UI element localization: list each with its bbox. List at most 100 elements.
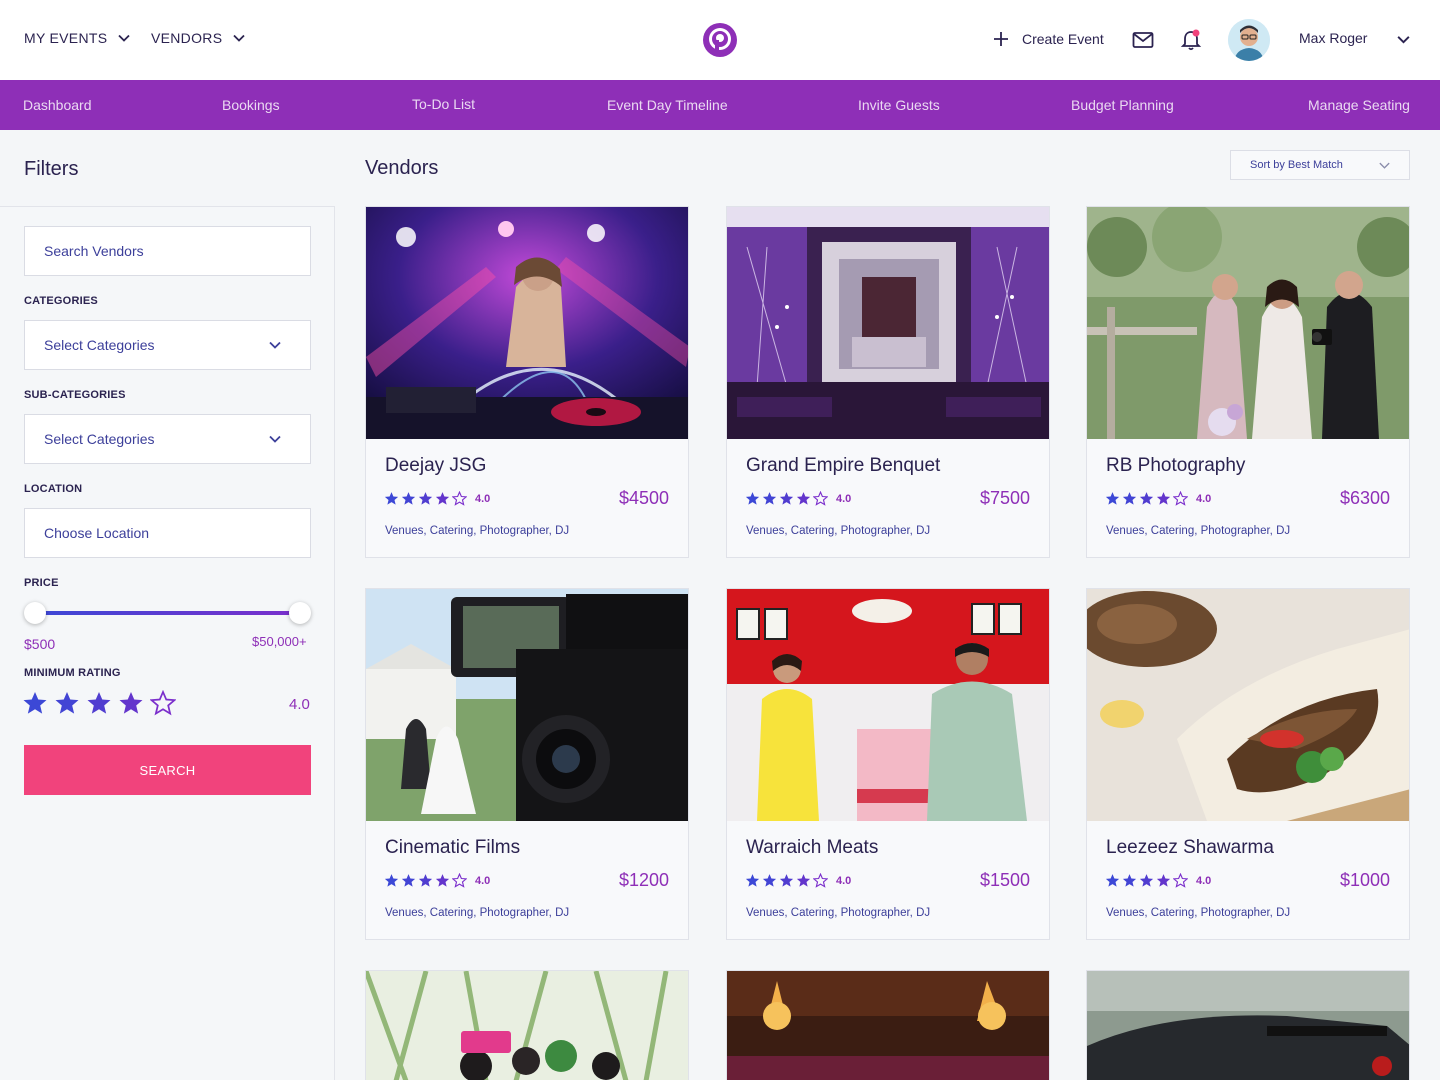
star-icon[interactable] — [118, 690, 144, 716]
price-min-value: $500 — [24, 636, 56, 652]
star-icon[interactable] — [54, 690, 80, 716]
vendor-categories: Venues, Catering, Photographer, DJ — [1106, 525, 1291, 537]
location-input[interactable] — [24, 508, 311, 558]
price-min-handle[interactable] — [24, 602, 46, 624]
chevron-down-icon[interactable] — [1396, 32, 1411, 47]
my-events-dropdown[interactable]: MY EVENTS — [24, 30, 131, 46]
star-icon — [401, 492, 416, 505]
vendor-card[interactable]: Deejay JSG 4.0 $4500 Venues, Catering, P… — [365, 206, 689, 558]
vendor-image — [366, 971, 688, 1080]
vendors-dropdown[interactable]: VENDORS — [151, 30, 246, 46]
star-icon — [1105, 874, 1120, 887]
vendor-name: Deejay JSG — [385, 455, 487, 476]
user-name[interactable]: Max Roger — [1299, 30, 1367, 46]
vendor-name: Warraich Meats — [746, 837, 879, 858]
price-slider-track[interactable] — [36, 611, 300, 615]
star-icon — [418, 492, 433, 505]
chevron-down-icon — [233, 34, 245, 42]
star-icon — [745, 492, 760, 505]
nav-event-day-timeline[interactable]: Event Day Timeline — [607, 97, 728, 113]
avatar[interactable] — [1228, 19, 1270, 61]
star-outline-icon — [813, 491, 828, 506]
vendor-card[interactable]: Grand Empire Benquet 4.0 $7500 Venues, C… — [726, 206, 1050, 558]
vendor-rating-stars — [1105, 873, 1188, 888]
vendor-card[interactable]: RB Photography 4.0 $6300 Venues, Caterin… — [1086, 206, 1410, 558]
star-outline-icon — [1173, 873, 1188, 888]
vendor-categories: Venues, Catering, Photographer, DJ — [385, 525, 570, 537]
star-icon — [1156, 492, 1171, 505]
nav-invite-guests[interactable]: Invite Guests — [858, 97, 940, 113]
categories-select-value: Select Categories — [44, 337, 155, 353]
search-button[interactable]: SEARCH — [24, 745, 311, 795]
vendor-image — [1087, 207, 1409, 439]
star-icon — [779, 492, 794, 505]
vendor-rating-value: 4.0 — [1196, 875, 1212, 887]
star-icon — [1139, 874, 1154, 887]
star-outline-icon[interactable] — [150, 690, 176, 716]
star-icon — [418, 874, 433, 887]
vendor-card[interactable]: Cinematic Films 4.0 $1200 Venues, Cateri… — [365, 588, 689, 940]
filters-title: Filters — [24, 158, 79, 180]
vendor-price: $6300 — [1339, 488, 1390, 508]
sort-dropdown[interactable]: Sort by Best Match — [1230, 150, 1410, 180]
vendor-rating-value: 4.0 — [475, 493, 491, 505]
vendor-price: $1200 — [618, 870, 669, 890]
brand-logo-icon[interactable] — [700, 20, 740, 60]
vendor-image — [366, 589, 688, 821]
star-icon — [796, 492, 811, 505]
star-icon — [384, 492, 399, 505]
bell-icon[interactable] — [1180, 28, 1202, 52]
vendor-card-partial[interactable] — [365, 970, 689, 1080]
top-header: MY EVENTS VENDORS Create Event Max Roger — [0, 0, 1440, 80]
sort-dropdown-value: Sort by Best Match — [1250, 159, 1343, 171]
subcategories-label: SUB-CATEGORIES — [24, 389, 126, 401]
star-icon — [762, 492, 777, 505]
star-outline-icon — [452, 491, 467, 506]
vendor-card-partial[interactable] — [1086, 970, 1410, 1080]
vendor-card-partial[interactable] — [726, 970, 1050, 1080]
star-outline-icon — [813, 873, 828, 888]
nav-bookings[interactable]: Bookings — [222, 97, 280, 113]
nav-budget-planning[interactable]: Budget Planning — [1071, 97, 1174, 113]
vendor-price: $7500 — [979, 488, 1030, 508]
categories-select[interactable]: Select Categories — [24, 320, 311, 370]
vendor-rating-stars — [384, 491, 467, 506]
vendor-categories: Venues, Catering, Photographer, DJ — [385, 907, 570, 919]
vendors-label: VENDORS — [151, 30, 223, 46]
star-icon — [796, 874, 811, 887]
avatar-image — [1228, 19, 1270, 61]
create-event-label: Create Event — [1022, 31, 1104, 47]
nav-manage-seating[interactable]: Manage Seating — [1308, 97, 1410, 113]
chevron-down-icon — [1379, 162, 1390, 169]
create-event-button[interactable]: Create Event — [992, 30, 1104, 48]
rating-value: 4.0 — [289, 696, 310, 713]
vendor-rating-value: 4.0 — [475, 875, 491, 887]
vendor-name: Leezeez Shawarma — [1106, 837, 1274, 858]
vendor-categories: Venues, Catering, Photographer, DJ — [746, 907, 931, 919]
star-icon[interactable] — [22, 690, 48, 716]
subcategories-select[interactable]: Select Categories — [24, 414, 311, 464]
star-icon — [1156, 874, 1171, 887]
star-icon — [779, 874, 794, 887]
vendor-rating-stars — [384, 873, 467, 888]
vendor-categories: Venues, Catering, Photographer, DJ — [746, 525, 931, 537]
vendor-image — [727, 207, 1049, 439]
vendor-price: $4500 — [618, 488, 669, 508]
mail-icon[interactable] — [1132, 30, 1154, 50]
vendor-card[interactable]: Warraich Meats 4.0 $1500 Venues, Caterin… — [726, 588, 1050, 940]
price-max-handle[interactable] — [289, 602, 311, 624]
star-icon — [401, 874, 416, 887]
chevron-down-icon — [269, 341, 281, 349]
star-icon[interactable] — [86, 690, 112, 716]
star-icon — [1122, 874, 1137, 887]
vendor-name: Grand Empire Benquet — [746, 455, 941, 476]
nav-dashboard[interactable]: Dashboard — [23, 97, 92, 113]
vendor-card[interactable]: Leezeez Shawarma 4.0 $1000 Venues, Cater… — [1086, 588, 1410, 940]
nav-todo-list[interactable]: To-Do List — [412, 96, 475, 112]
star-icon — [384, 874, 399, 887]
vendor-categories: Venues, Catering, Photographer, DJ — [1106, 907, 1291, 919]
vendor-rating-stars — [1105, 491, 1188, 506]
vendors-title: Vendors — [365, 157, 439, 179]
categories-label: CATEGORIES — [24, 295, 98, 307]
search-vendors-input[interactable] — [24, 226, 311, 276]
